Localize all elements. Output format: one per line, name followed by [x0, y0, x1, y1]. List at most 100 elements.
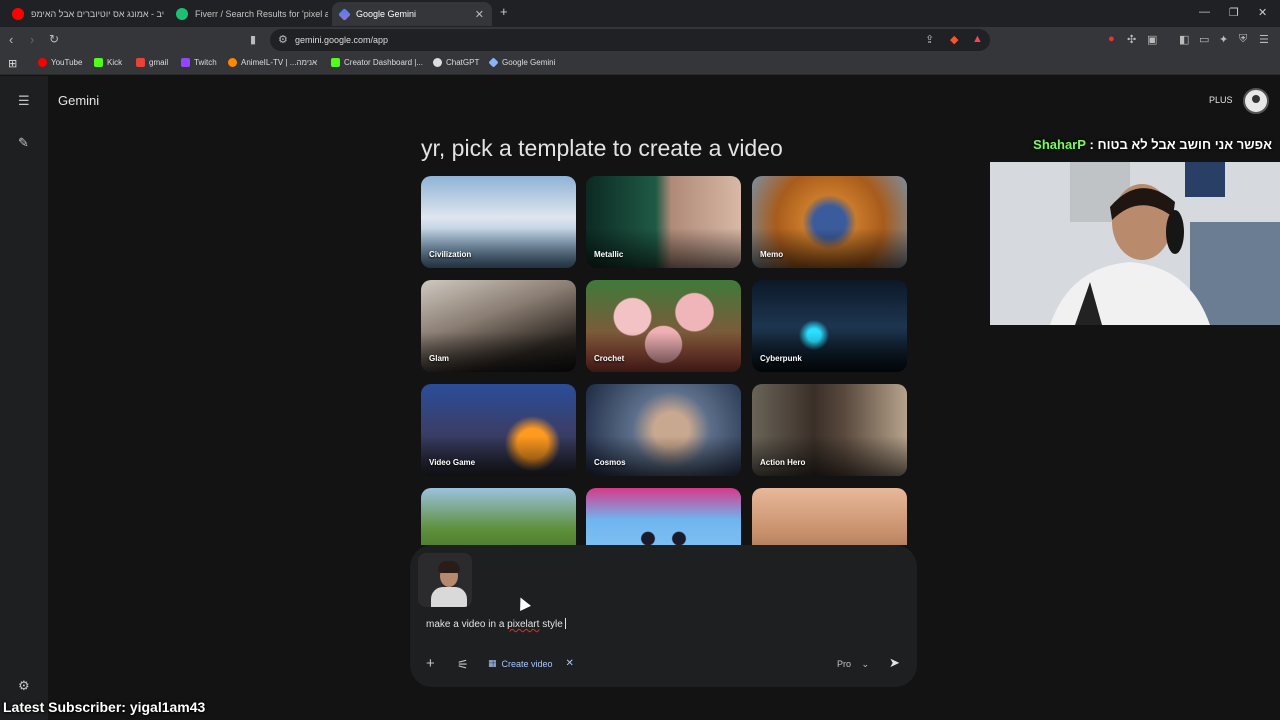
brave-shields-icon[interactable]: ◆: [950, 33, 958, 46]
share-icon[interactable]: ⇪: [925, 33, 934, 46]
bookmark-chatgpt[interactable]: ChatGPT: [433, 58, 479, 67]
page-title: yr, pick a template to create a video: [421, 135, 783, 161]
gemini-icon: [338, 7, 351, 21]
text-caret: [564, 618, 566, 629]
sidebar-icon[interactable]: ◧: [1179, 33, 1189, 46]
bookmark-kick[interactable]: Kick: [94, 58, 122, 67]
gemini-icon: [488, 57, 499, 68]
close-window-button[interactable]: ✕: [1258, 6, 1267, 19]
bookmarks-bar: ⊞ YouTube Kick gmail Twitch AnimeIL-TV |…: [0, 53, 1280, 75]
back-icon[interactable]: ‹: [9, 32, 13, 47]
bookmark-icon[interactable]: ▮: [250, 33, 256, 46]
card-shade: [586, 332, 741, 372]
new-chat-icon[interactable]: ✎: [18, 135, 29, 151]
restore-button[interactable]: ❐: [1229, 6, 1239, 19]
avatar[interactable]: [1243, 88, 1269, 114]
webcam-feed: [990, 162, 1280, 325]
browser-toolbar: ‹ › ↻ ▮ ⚙ gemini.google.com/app ⇪ ◆ ▲ ● …: [0, 27, 1280, 53]
bookmark-gmail[interactable]: gmail: [136, 58, 168, 67]
bookmark-youtube[interactable]: YouTube: [38, 58, 82, 67]
extension-record-icon[interactable]: ●: [1108, 33, 1115, 45]
close-tab-icon[interactable]: ✕: [475, 8, 484, 21]
bookmark-animeil[interactable]: AnimeIL-TV | ...אנימה: [228, 58, 317, 67]
app-brand[interactable]: Gemini: [58, 93, 99, 108]
tab-label: לייב - אמונג אס יוטיוברים אבל האימפ: [31, 9, 164, 19]
chevron-down-icon: ⌄: [861, 659, 870, 669]
template-card-civilization[interactable]: Civilization: [421, 176, 576, 268]
chat-message: אפשר אני חושב אבל לא בטוח :: [1089, 137, 1272, 152]
leo-ai-icon[interactable]: ✦: [1219, 33, 1228, 46]
vpn-icon[interactable]: ⛨: [1239, 33, 1247, 46]
attached-image-thumbnail[interactable]: [418, 553, 472, 607]
template-label: Metallic: [594, 250, 624, 259]
template-card-cyberpunk[interactable]: Cyberpunk: [752, 280, 907, 372]
bookmark-label: ChatGPT: [446, 58, 480, 67]
card-shade: [421, 332, 576, 372]
reload-icon[interactable]: ↻: [49, 32, 59, 46]
card-shade: [421, 228, 576, 268]
prompt-text-misspelled: pixelart: [507, 619, 540, 630]
video-icon: ▦: [488, 658, 497, 668]
prompt-input[interactable]: make a video in a pixelart style: [426, 618, 566, 630]
brave-rewards-icon[interactable]: ▲: [972, 33, 983, 45]
forward-icon[interactable]: ›: [30, 32, 34, 47]
wallet-icon[interactable]: ▣: [1147, 33, 1157, 46]
minimize-button[interactable]: —: [1199, 6, 1210, 18]
tools-icon[interactable]: ⚟: [457, 657, 469, 673]
card-shade: [421, 436, 576, 476]
template-card-memo[interactable]: Memo: [752, 176, 907, 268]
kick-icon: [94, 58, 103, 67]
card-shade: [586, 436, 741, 476]
stream-chat-overlay: אפשר אני חושב אבל לא בטוח : ShaharP: [997, 137, 1272, 152]
template-card-video-game[interactable]: Video Game: [421, 384, 576, 476]
browser-tab-fiverr[interactable]: Fiverr / Search Results for 'pixel art': [168, 2, 328, 26]
new-tab-button[interactable]: +: [500, 4, 508, 19]
bookmark-gemini[interactable]: Google Gemini: [488, 57, 556, 68]
send-icon[interactable]: ➤: [889, 655, 900, 671]
webcam-image: [990, 162, 1280, 325]
template-label: Memo: [760, 250, 784, 259]
settings-gear-icon[interactable]: ⚙: [18, 678, 30, 694]
template-label: Action Hero: [760, 458, 806, 467]
bookmark-label: YouTube: [51, 58, 83, 67]
bookmark-twitch[interactable]: Twitch: [181, 58, 217, 67]
template-card-metallic[interactable]: Metallic: [586, 176, 741, 268]
menu-icon[interactable]: ☰: [1259, 33, 1269, 46]
browser-tab-gemini[interactable]: Google Gemini ✕: [332, 2, 492, 26]
bookmark-label: Google Gemini: [502, 58, 556, 67]
bookmark-creator-dashboard[interactable]: Creator Dashboard |...: [331, 58, 423, 67]
gmail-icon: [136, 58, 145, 67]
prompt-composer: make a video in a pixelart style + ⚟ ▦ C…: [410, 545, 917, 687]
bookmark-label: Kick: [107, 58, 123, 67]
wallet-alt-icon[interactable]: ▭: [1199, 33, 1209, 46]
template-card-cartoon[interactable]: [586, 488, 741, 545]
site-settings-icon[interactable]: ⚙: [278, 33, 288, 46]
model-selector[interactable]: Pro ⌄: [837, 659, 869, 670]
kick-icon: [331, 58, 340, 67]
template-card-crochet[interactable]: Crochet: [586, 280, 741, 372]
template-card-pottery[interactable]: [752, 488, 907, 545]
prompt-text-suffix: style: [539, 619, 563, 630]
main-menu-icon[interactable]: ☰: [18, 93, 30, 109]
chip-label: Create video: [501, 658, 553, 669]
fiverr-icon: [176, 8, 188, 20]
extensions-icon[interactable]: ✣: [1127, 33, 1136, 46]
bookmark-label: AnimeIL-TV | ...אנימה: [241, 58, 318, 67]
template-card-glam[interactable]: Glam: [421, 280, 576, 372]
browser-tab-youtube[interactable]: לייב - אמונג אס יוטיוברים אבל האימפ: [4, 2, 164, 26]
remove-chip-icon[interactable]: ✕: [566, 658, 574, 669]
address-bar[interactable]: ⚙ gemini.google.com/app ⇪ ◆ ▲: [270, 29, 990, 51]
create-video-chip[interactable]: ▦ Create video ✕: [488, 658, 574, 669]
animeil-icon: [228, 58, 237, 67]
template-card-action-hero[interactable]: Action Hero: [752, 384, 907, 476]
template-label: Video Game: [429, 458, 476, 467]
template-card-landscape[interactable]: [421, 488, 576, 545]
add-attachment-icon[interactable]: +: [426, 655, 435, 672]
template-card-cosmos[interactable]: Cosmos: [586, 384, 741, 476]
bookmark-label: gmail: [149, 58, 169, 67]
thumbnail-hair: [438, 561, 460, 573]
template-grid: Civilization Metallic Memo Glam Crochet …: [421, 176, 907, 545]
card-shade: [752, 332, 907, 372]
browser-tab-strip: לייב - אמונג אס יוטיוברים אבל האימפ Five…: [0, 0, 1280, 27]
apps-grid-icon[interactable]: ⊞: [8, 57, 17, 70]
